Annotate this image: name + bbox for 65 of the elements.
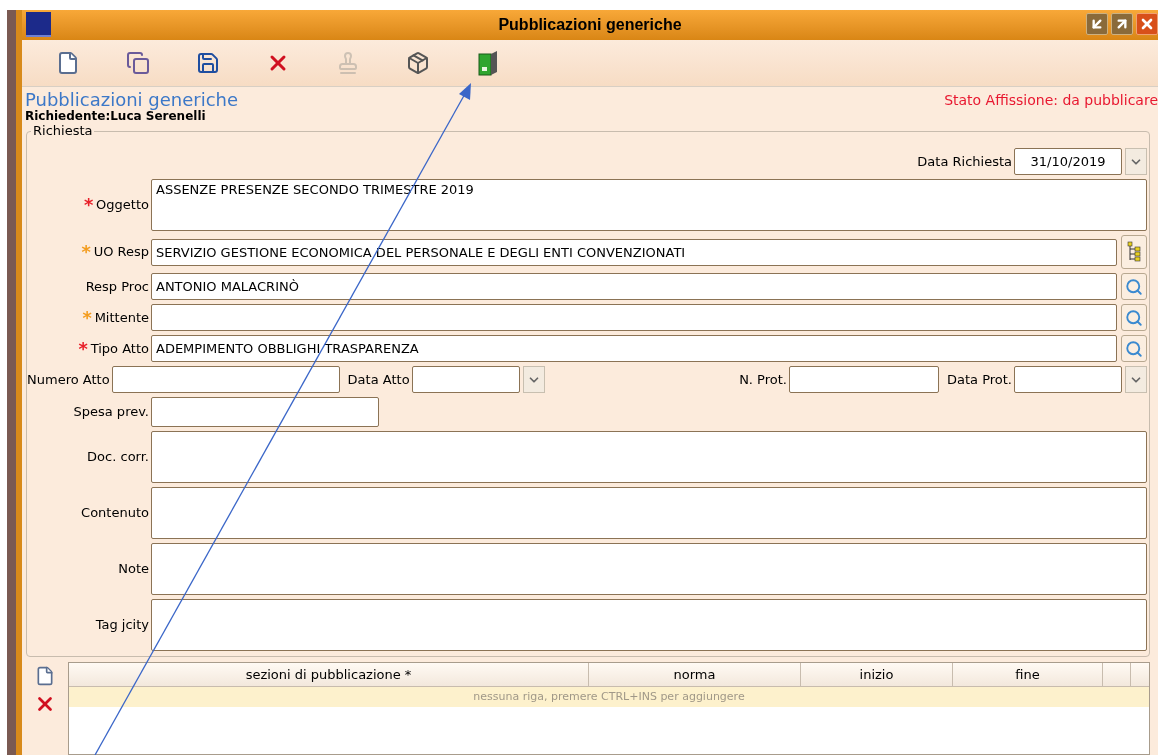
search-icon [1125, 339, 1143, 358]
required-mark: * [83, 196, 95, 214]
field-label: Data Richiesta [917, 152, 1013, 171]
save-icon [196, 51, 220, 75]
tree-button[interactable] [1121, 235, 1147, 269]
box-icon [406, 51, 430, 75]
requester-text: Richiedente:Luca Serenelli [24, 109, 206, 123]
date-field[interactable]: 31/10/2019 [1014, 148, 1122, 175]
dropdown-button[interactable] [1125, 366, 1147, 393]
status-text: Stato Affissione: da pubblicare [944, 91, 1158, 110]
text-area[interactable] [151, 431, 1147, 483]
tree-icon [1127, 241, 1141, 263]
date-field[interactable] [411, 366, 520, 393]
field-label: Resp Proc [85, 277, 149, 296]
column-header[interactable]: inizio [801, 663, 953, 686]
required-mark: * [80, 243, 92, 261]
text-area[interactable] [151, 487, 1147, 539]
logo-icon [26, 12, 51, 37]
search-icon [1125, 308, 1143, 327]
window-title: Pubblicazioni generiche [498, 15, 682, 35]
input-field[interactable] [788, 366, 939, 393]
close-icon [1139, 16, 1155, 32]
column-header[interactable]: sezioni di pubblicazione * [69, 663, 589, 686]
minimize-button[interactable] [1086, 13, 1108, 35]
field-label: Data Atto [347, 370, 410, 389]
field-label: Mittente [94, 308, 149, 327]
search-icon [1125, 277, 1143, 296]
input-field[interactable]: SERVIZIO GESTIONE ECONOMICA DEL PERSONALE E DEGLI ENTI CONVENZIONATI [151, 238, 1117, 266]
input-field[interactable]: ANTONIO MALACRINÒ [151, 273, 1117, 300]
dropdown-button[interactable] [1125, 148, 1147, 175]
field-label: Contenuto [81, 504, 149, 523]
binder-icon [478, 50, 498, 76]
required-mark: * [81, 308, 93, 327]
input-field[interactable] [151, 397, 379, 427]
search-button[interactable] [1121, 273, 1147, 300]
stamp-icon [336, 51, 360, 75]
input-field[interactable] [151, 304, 1117, 331]
column-header[interactable]: norma [589, 663, 801, 686]
field-label: Numero Atto [27, 370, 110, 389]
input-field[interactable] [111, 366, 340, 393]
field-label: UO Resp [93, 243, 149, 262]
document-icon [35, 666, 55, 686]
maximize-button[interactable] [1111, 13, 1133, 35]
text-area[interactable] [151, 599, 1147, 651]
required-mark: * [77, 339, 89, 358]
field-label: Tipo Atto [90, 339, 149, 358]
input-field[interactable]: ADEMPIMENTO OBBLIGHI TRASPARENZA [151, 335, 1117, 362]
empty-row-message: nessuna riga, premere CTRL+INS per aggiungere [69, 687, 1149, 707]
field-label: Spesa prev. [73, 403, 149, 422]
form-heading: Pubblicazioni generiche [25, 90, 239, 110]
field-label: Data Prot. [946, 370, 1012, 389]
field-label: Note [118, 560, 149, 579]
field-label: Doc. corr. [87, 448, 149, 467]
dropdown-button[interactable] [522, 366, 545, 393]
close-button[interactable] [1136, 13, 1158, 35]
field-label: N. Prot. [739, 370, 787, 389]
text-area[interactable] [151, 543, 1147, 595]
copy-icon [126, 51, 150, 75]
date-field[interactable] [1014, 366, 1122, 393]
document-icon [56, 51, 80, 75]
column-header[interactable]: fine [953, 663, 1103, 686]
search-button[interactable] [1121, 335, 1147, 362]
field-label: Oggetto [96, 196, 149, 215]
search-button[interactable] [1121, 304, 1147, 331]
field-label: Tag jcity [95, 616, 149, 635]
